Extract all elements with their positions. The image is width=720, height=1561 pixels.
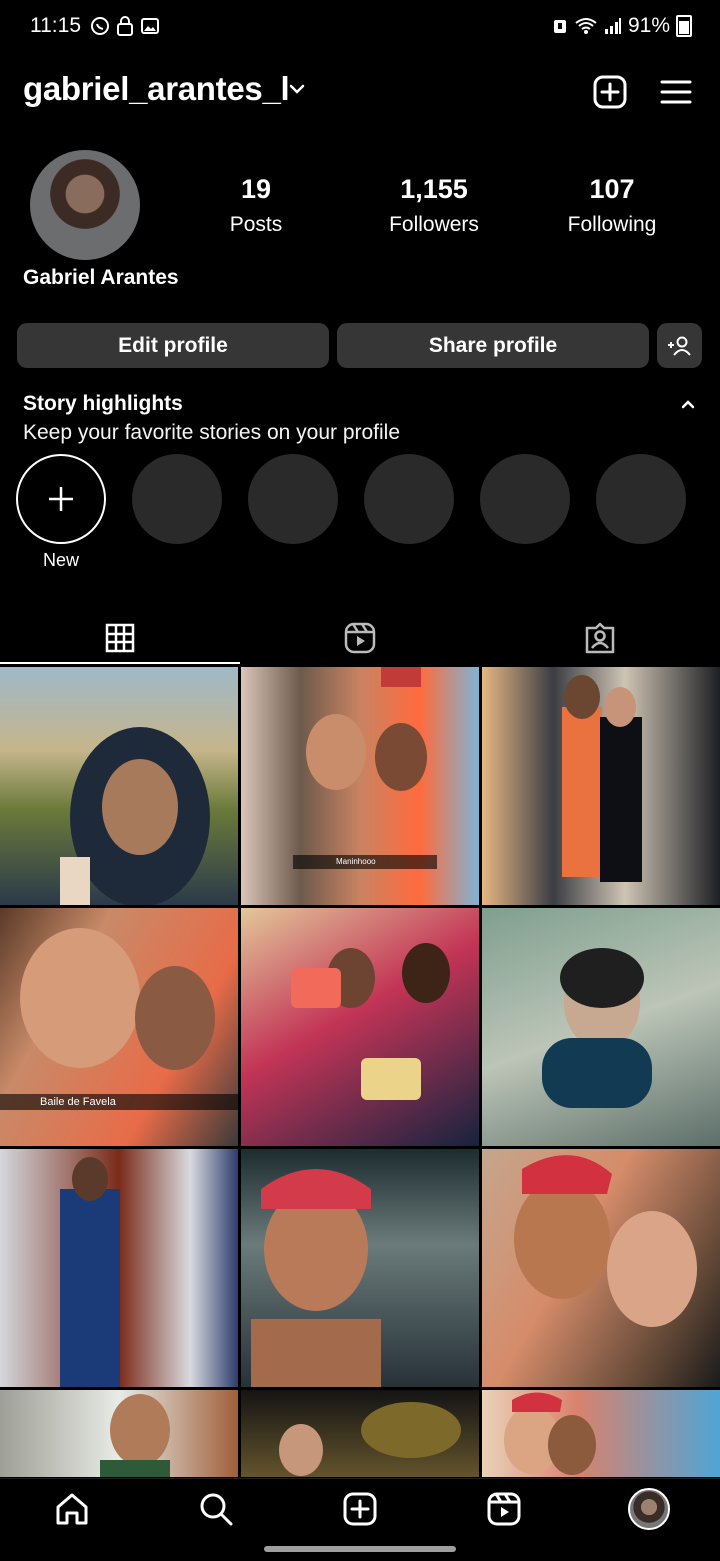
search-icon [200, 1493, 233, 1526]
profile-username[interactable]: gabriel_arantes_l [23, 70, 290, 108]
new-highlight-button[interactable] [16, 454, 106, 544]
stat-following-value: 107 [589, 174, 635, 204]
tagged-icon [585, 622, 615, 654]
plus-square-icon [593, 75, 627, 109]
post-caption: Maninhooo [336, 857, 376, 866]
stat-posts[interactable]: 19 Posts [176, 174, 336, 237]
home-icon [56, 1493, 88, 1525]
posts-grid: Maninhooo Baile de Favela [0, 667, 720, 1477]
highlight-placeholder [480, 454, 570, 544]
hamburger-icon [660, 80, 692, 104]
post-thumbnail[interactable] [241, 908, 479, 1146]
gallery-icon [140, 16, 160, 36]
edit-profile-button[interactable]: Edit profile [17, 323, 329, 368]
signal-icon [604, 17, 622, 35]
tab-tagged[interactable] [480, 612, 720, 664]
post-thumbnail[interactable] [241, 1149, 479, 1387]
status-bar: 11:15 91% [0, 0, 720, 54]
post-thumbnail[interactable] [482, 908, 720, 1146]
wifi-icon [574, 17, 598, 35]
chevron-up-icon[interactable] [680, 398, 696, 410]
reels-icon [344, 622, 376, 654]
gesture-home-indicator[interactable] [264, 1546, 456, 1552]
post-thumbnail[interactable] [0, 1390, 238, 1477]
new-highlight-label: New [42, 550, 79, 570]
add-person-icon [667, 336, 691, 356]
nav-create[interactable] [340, 1489, 380, 1529]
post-thumbnail[interactable] [482, 1390, 720, 1477]
profile-full-name: Gabriel Arantes [23, 266, 179, 289]
profile-avatar[interactable] [30, 150, 140, 260]
post-thumbnail[interactable] [482, 667, 720, 905]
highlight-placeholder [248, 454, 338, 544]
highlight-placeholder [132, 454, 222, 544]
stat-followers-value: 1,155 [400, 174, 468, 204]
stat-posts-label: Posts [229, 213, 283, 236]
post-thumbnail[interactable] [241, 1390, 479, 1477]
stat-posts-value: 19 [240, 174, 272, 204]
nav-reels[interactable] [484, 1489, 524, 1529]
nav-home[interactable] [52, 1489, 92, 1529]
post-thumbnail[interactable] [482, 1149, 720, 1387]
highlights-subtitle: Keep your favorite stories on your profi… [23, 421, 401, 444]
whatsapp-icon [90, 16, 110, 36]
post-thumbnail[interactable] [0, 667, 238, 905]
highlight-placeholder [596, 454, 686, 544]
menu-button[interactable] [658, 74, 694, 110]
share-profile-button[interactable]: Share profile [337, 323, 649, 368]
highlight-placeholder [364, 454, 454, 544]
stat-followers[interactable]: 1,155 Followers [354, 174, 514, 237]
status-right: 91% [552, 14, 692, 38]
stat-following-label: Following [567, 213, 657, 236]
post-thumbnail[interactable]: Baile de Favela [0, 908, 238, 1146]
post-caption: Baile de Favela [40, 1096, 116, 1108]
battery-percent: 91% [627, 14, 670, 37]
nav-profile-avatar[interactable] [628, 1488, 670, 1530]
plus-icon [49, 487, 73, 511]
discover-people-button[interactable] [657, 323, 702, 368]
post-thumbnail[interactable] [0, 1149, 238, 1387]
active-tab-indicator [0, 662, 240, 664]
create-icon [343, 1492, 377, 1526]
status-time: 11:15 [30, 14, 81, 37]
alarm-icon [552, 17, 568, 35]
tab-reels[interactable] [240, 612, 480, 664]
stat-followers-label: Followers [389, 213, 479, 236]
grid-icon [105, 623, 135, 653]
create-post-button[interactable] [592, 74, 628, 110]
post-thumbnail[interactable]: Maninhooo [241, 667, 479, 905]
highlights-title: Story highlights [23, 392, 183, 415]
reels-icon [487, 1492, 521, 1526]
nav-search[interactable] [196, 1489, 236, 1529]
stat-following[interactable]: 107 Following [532, 174, 692, 237]
battery-icon [676, 15, 692, 37]
lock-icon [116, 16, 136, 36]
tab-posts-grid[interactable] [0, 612, 240, 664]
chevron-down-icon[interactable] [288, 82, 306, 96]
